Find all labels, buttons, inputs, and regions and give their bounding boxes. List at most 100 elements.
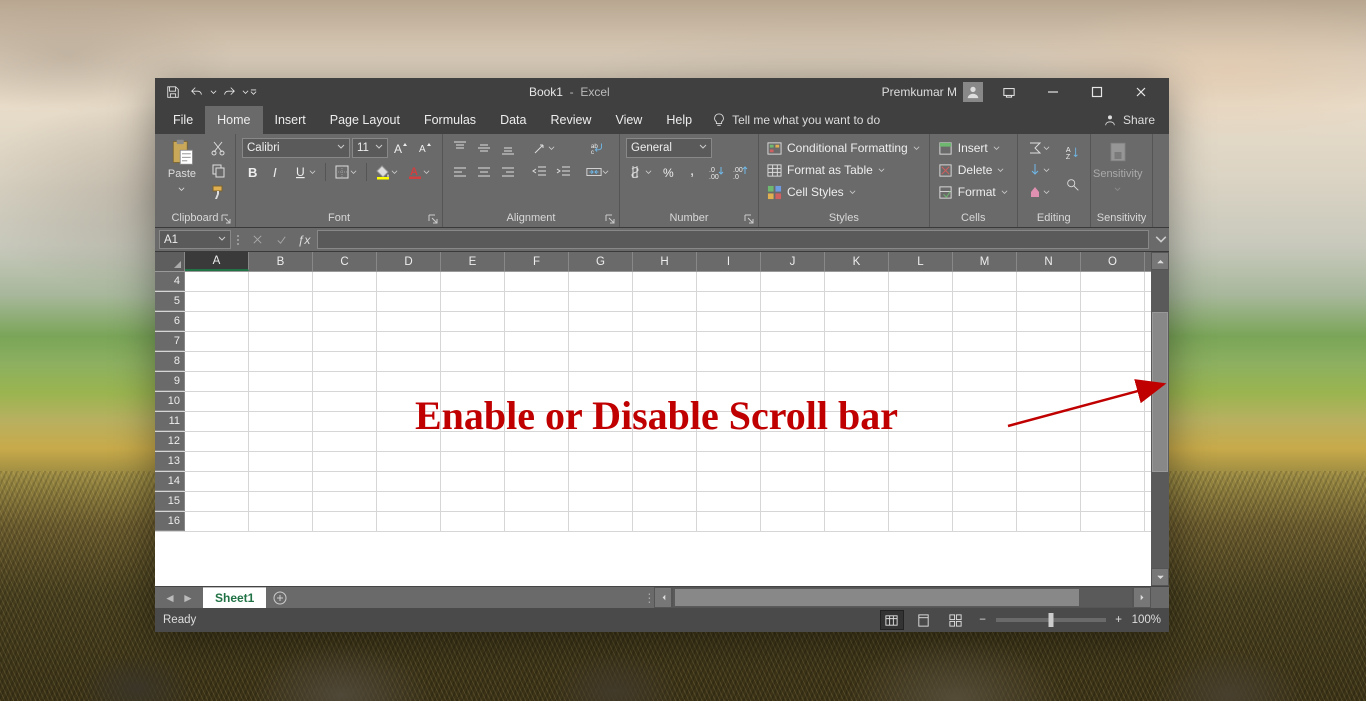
cell-E5[interactable]: [441, 292, 505, 311]
cell-F15[interactable]: [505, 492, 569, 511]
cell-L7[interactable]: [889, 332, 953, 351]
cell-I9[interactable]: [697, 372, 761, 391]
cell-G13[interactable]: [569, 452, 633, 471]
cell-I7[interactable]: [697, 332, 761, 351]
cell-F13[interactable]: [505, 452, 569, 471]
cell-B14[interactable]: [249, 472, 313, 491]
cell-F6[interactable]: [505, 312, 569, 331]
cell-A5[interactable]: [185, 292, 249, 311]
scroll-left-arrow[interactable]: [654, 587, 672, 608]
cell-J14[interactable]: [761, 472, 825, 491]
cell-B12[interactable]: [249, 432, 313, 451]
cell-K7[interactable]: [825, 332, 889, 351]
cell-O12[interactable]: [1081, 432, 1145, 451]
cell-J7[interactable]: [761, 332, 825, 351]
hscroll-track[interactable]: [672, 587, 1133, 608]
cell-E9[interactable]: [441, 372, 505, 391]
row-header-6[interactable]: 6: [155, 312, 185, 331]
column-header-M[interactable]: M: [953, 252, 1017, 271]
cell-I4[interactable]: [697, 272, 761, 291]
align-left[interactable]: [449, 162, 471, 182]
view-normal[interactable]: [880, 610, 904, 630]
cell-I5[interactable]: [697, 292, 761, 311]
cell-E15[interactable]: [441, 492, 505, 511]
column-header-E[interactable]: E: [441, 252, 505, 271]
cell-N13[interactable]: [1017, 452, 1081, 471]
tab-insert[interactable]: Insert: [263, 106, 318, 134]
cell-M12[interactable]: [953, 432, 1017, 451]
autosum-button[interactable]: [1024, 138, 1054, 158]
cell-C4[interactable]: [313, 272, 377, 291]
cell-O16[interactable]: [1081, 512, 1145, 531]
cell-B7[interactable]: [249, 332, 313, 351]
number-launcher[interactable]: [744, 214, 754, 224]
redo-dropdown[interactable]: [241, 81, 249, 103]
cell-K8[interactable]: [825, 352, 889, 371]
cell-K13[interactable]: [825, 452, 889, 471]
decrease-font-size[interactable]: A: [414, 138, 436, 158]
cell-L14[interactable]: [889, 472, 953, 491]
merge-center-button[interactable]: [583, 162, 613, 182]
column-header-H[interactable]: H: [633, 252, 697, 271]
row-header-11[interactable]: 11: [155, 412, 185, 431]
cell-O4[interactable]: [1081, 272, 1145, 291]
cell-M6[interactable]: [953, 312, 1017, 331]
undo-button[interactable]: [185, 81, 209, 103]
cell-G9[interactable]: [569, 372, 633, 391]
cell-H10[interactable]: [633, 392, 697, 411]
cell-K16[interactable]: [825, 512, 889, 531]
tab-review[interactable]: Review: [538, 106, 603, 134]
cell-H7[interactable]: [633, 332, 697, 351]
cell-D15[interactable]: [377, 492, 441, 511]
formula-input[interactable]: [317, 230, 1149, 249]
cell-N15[interactable]: [1017, 492, 1081, 511]
redo-button[interactable]: [217, 81, 241, 103]
cell-N11[interactable]: [1017, 412, 1081, 431]
cell-N12[interactable]: [1017, 432, 1081, 451]
cell-B6[interactable]: [249, 312, 313, 331]
fx-label[interactable]: ƒx: [293, 228, 315, 251]
cell-K15[interactable]: [825, 492, 889, 511]
cell-B10[interactable]: [249, 392, 313, 411]
vscroll-track[interactable]: [1151, 270, 1169, 568]
cell-E14[interactable]: [441, 472, 505, 491]
column-header-B[interactable]: B: [249, 252, 313, 271]
cell-N4[interactable]: [1017, 272, 1081, 291]
cell-C8[interactable]: [313, 352, 377, 371]
cell-D11[interactable]: [377, 412, 441, 431]
cell-C15[interactable]: [313, 492, 377, 511]
cell-F16[interactable]: [505, 512, 569, 531]
cell-N5[interactable]: [1017, 292, 1081, 311]
cell-M5[interactable]: [953, 292, 1017, 311]
tab-data[interactable]: Data: [488, 106, 538, 134]
cell-K14[interactable]: [825, 472, 889, 491]
column-header-D[interactable]: D: [377, 252, 441, 271]
cell-G10[interactable]: [569, 392, 633, 411]
cell-I8[interactable]: [697, 352, 761, 371]
cell-L4[interactable]: [889, 272, 953, 291]
font-color-button[interactable]: A: [404, 162, 434, 182]
cell-K5[interactable]: [825, 292, 889, 311]
cell-D5[interactable]: [377, 292, 441, 311]
cell-C10[interactable]: [313, 392, 377, 411]
zoom-level[interactable]: 100%: [1132, 614, 1161, 626]
column-header-J[interactable]: J: [761, 252, 825, 271]
cell-C16[interactable]: [313, 512, 377, 531]
scroll-down-arrow[interactable]: [1151, 568, 1169, 586]
sheet-nav-prev[interactable]: ◄: [161, 589, 179, 607]
cell-C12[interactable]: [313, 432, 377, 451]
cell-F11[interactable]: [505, 412, 569, 431]
sheet-nav-next[interactable]: ►: [179, 589, 197, 607]
cell-G15[interactable]: [569, 492, 633, 511]
ribbon-display-options[interactable]: [987, 78, 1031, 106]
cell-H13[interactable]: [633, 452, 697, 471]
cell-D4[interactable]: [377, 272, 441, 291]
cell-J15[interactable]: [761, 492, 825, 511]
cell-O9[interactable]: [1081, 372, 1145, 391]
align-right[interactable]: [497, 162, 519, 182]
cell-C13[interactable]: [313, 452, 377, 471]
cell-A6[interactable]: [185, 312, 249, 331]
cell-J10[interactable]: [761, 392, 825, 411]
format-cells[interactable]: Format: [936, 182, 1011, 202]
cell-H12[interactable]: [633, 432, 697, 451]
